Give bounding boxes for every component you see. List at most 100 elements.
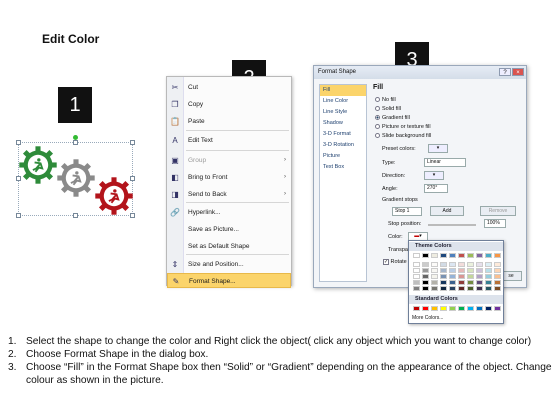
standard-color-swatch[interactable]	[431, 306, 438, 311]
theme-color-swatch[interactable]	[422, 274, 429, 279]
theme-color-swatch[interactable]	[440, 268, 447, 273]
theme-color-swatch[interactable]	[422, 268, 429, 273]
nav-item-shadow[interactable]: Shadow	[320, 118, 366, 129]
theme-color-swatch[interactable]	[422, 253, 429, 258]
theme-color-swatch[interactable]	[485, 253, 492, 258]
menu-item-set-as-default-shape[interactable]: Set as Default Shape	[167, 239, 291, 254]
menu-item-cut[interactable]: ✂ Cut	[167, 80, 291, 95]
theme-color-swatch[interactable]	[458, 280, 465, 285]
standard-color-swatch[interactable]	[413, 306, 420, 311]
theme-color-swatch[interactable]	[458, 268, 465, 273]
help-button[interactable]: ?	[499, 68, 511, 76]
theme-color-swatch[interactable]	[494, 253, 501, 258]
menu-item-copy[interactable]: ❐ Copy	[167, 97, 291, 112]
nav-item-fill[interactable]: Fill	[320, 85, 366, 96]
menu-item-hyperlink[interactable]: 🔗 Hyperlink...	[167, 205, 291, 220]
radio-button[interactable]	[375, 97, 380, 103]
gears-graphic[interactable]	[18, 140, 138, 222]
standard-color-swatch[interactable]	[494, 306, 501, 311]
menu-item-edit-text[interactable]: A Edit Text	[167, 133, 291, 148]
stop-select[interactable]: Stop 1	[392, 207, 422, 216]
remove-stop-button[interactable]: Remove	[480, 206, 516, 216]
standard-color-swatch[interactable]	[458, 306, 465, 311]
angle-input[interactable]: 270°	[424, 184, 448, 193]
theme-color-swatch[interactable]	[485, 280, 492, 285]
theme-color-swatch[interactable]	[467, 280, 474, 285]
theme-color-swatch[interactable]	[476, 286, 483, 291]
theme-color-swatch[interactable]	[485, 286, 492, 291]
standard-color-swatch[interactable]	[449, 306, 456, 311]
theme-color-swatch[interactable]	[413, 274, 420, 279]
theme-color-swatch[interactable]	[467, 268, 474, 273]
theme-color-swatch[interactable]	[440, 262, 447, 267]
theme-color-swatch[interactable]	[440, 274, 447, 279]
theme-color-swatch[interactable]	[458, 262, 465, 267]
close-window-button[interactable]: ×	[512, 68, 524, 76]
theme-color-swatch[interactable]	[431, 286, 438, 291]
radio-button[interactable]	[375, 115, 380, 121]
theme-color-swatch[interactable]	[449, 253, 456, 258]
theme-color-swatch[interactable]	[413, 268, 420, 273]
theme-color-swatch[interactable]	[494, 274, 501, 279]
standard-color-swatch[interactable]	[440, 306, 447, 311]
theme-color-swatch[interactable]	[467, 262, 474, 267]
more-colors-link[interactable]: More Colors...	[412, 315, 443, 321]
theme-color-swatch[interactable]	[440, 280, 447, 285]
preset-colors-dropdown[interactable]: ▾	[428, 144, 448, 153]
theme-color-swatch[interactable]	[494, 286, 501, 291]
fill-option-no-fill[interactable]: No fill	[375, 96, 396, 104]
menu-item-size-and-position[interactable]: ⇕ Size and Position...	[167, 257, 291, 272]
theme-color-swatch[interactable]	[431, 253, 438, 258]
stop-position-input[interactable]: 100%	[484, 219, 506, 228]
theme-color-swatch[interactable]	[494, 280, 501, 285]
nav-item-picture[interactable]: Picture	[320, 151, 366, 162]
theme-color-swatch[interactable]	[413, 253, 420, 258]
theme-color-swatch[interactable]	[431, 274, 438, 279]
theme-color-swatch[interactable]	[422, 286, 429, 291]
theme-color-swatch[interactable]	[458, 274, 465, 279]
theme-color-swatch[interactable]	[431, 268, 438, 273]
standard-color-swatch[interactable]	[467, 306, 474, 311]
theme-color-swatch[interactable]	[485, 262, 492, 267]
theme-color-swatch[interactable]	[485, 274, 492, 279]
theme-color-swatch[interactable]	[431, 262, 438, 267]
theme-color-swatch[interactable]	[449, 280, 456, 285]
theme-color-swatch[interactable]	[449, 274, 456, 279]
menu-item-bring-to-front[interactable]: ◧ Bring to Front ›	[167, 170, 291, 185]
fill-option-picture-or-texture-fill[interactable]: Picture or texture fill	[375, 123, 431, 131]
menu-item-send-to-back[interactable]: ◨ Send to Back ›	[167, 187, 291, 202]
theme-color-swatch[interactable]	[494, 268, 501, 273]
nav-item-line-style[interactable]: Line Style	[320, 107, 366, 118]
radio-button[interactable]	[375, 133, 380, 139]
nav-item-text-box[interactable]: Text Box	[320, 162, 366, 173]
fill-option-solid-fill[interactable]: Solid fill	[375, 105, 401, 113]
theme-color-swatch[interactable]	[413, 280, 420, 285]
direction-dropdown[interactable]: ▾	[424, 171, 444, 180]
theme-color-swatch[interactable]	[467, 253, 474, 258]
fill-option-gradient-fill[interactable]: Gradient fill	[375, 114, 410, 122]
theme-color-swatch[interactable]	[476, 274, 483, 279]
standard-color-swatch[interactable]	[422, 306, 429, 311]
theme-color-swatch[interactable]	[458, 253, 465, 258]
theme-color-swatch[interactable]	[467, 274, 474, 279]
theme-color-swatch[interactable]	[449, 286, 456, 291]
stop-position-slider[interactable]	[428, 224, 476, 226]
theme-color-swatch[interactable]	[422, 280, 429, 285]
nav-item-3d-rotation[interactable]: 3-D Rotation	[320, 140, 366, 151]
theme-color-swatch[interactable]	[413, 262, 420, 267]
theme-color-swatch[interactable]	[476, 253, 483, 258]
menu-item-paste[interactable]: 📋 Paste	[167, 114, 291, 129]
nav-item-line-color[interactable]: Line Color	[320, 96, 366, 107]
rotate-option[interactable]: ✓ Rotate	[383, 259, 407, 265]
theme-color-swatch[interactable]	[422, 262, 429, 267]
rotate-checkbox[interactable]: ✓	[383, 259, 389, 265]
theme-color-swatch[interactable]	[476, 262, 483, 267]
theme-color-swatch[interactable]	[440, 286, 447, 291]
theme-color-swatch[interactable]	[476, 280, 483, 285]
theme-color-swatch[interactable]	[440, 253, 447, 258]
theme-color-swatch[interactable]	[467, 286, 474, 291]
standard-color-swatch[interactable]	[485, 306, 492, 311]
theme-color-swatch[interactable]	[449, 262, 456, 267]
theme-color-swatch[interactable]	[449, 268, 456, 273]
menu-item-save-as-picture[interactable]: Save as Picture...	[167, 222, 291, 237]
